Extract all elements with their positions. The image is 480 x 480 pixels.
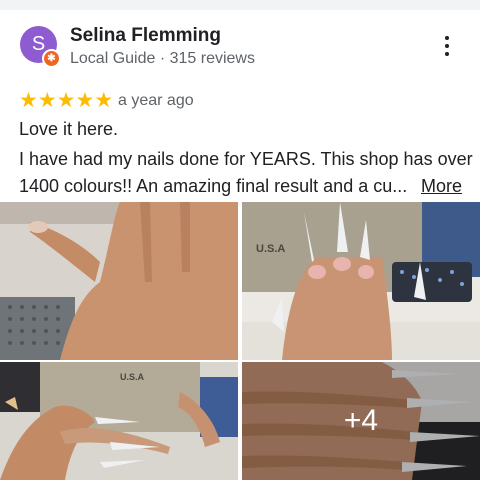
star-rating: ★ ★ ★ ★ ★ [19,90,113,111]
svg-text:U.S.A: U.S.A [120,372,145,382]
more-photos-overlay[interactable]: +4 [242,362,480,480]
review-photo-3[interactable]: U.S.A [0,362,238,480]
review-card: S ✱ Selina Flemming Local Guide · 315 re… [0,10,480,480]
svg-text:U.S.A: U.S.A [256,243,285,255]
review-text-line: 1400 colours!! An amazing final result a… [19,176,408,196]
author-meta: Local Guide · 315 reviews [70,50,255,67]
star-icon: ★ [75,89,95,112]
star-icon: ★ [94,89,114,112]
more-link[interactable]: More [421,176,462,197]
star-icon: ★ [56,89,76,112]
review-text-line: Love it here. [19,119,119,139]
review-photo-4[interactable]: +4 [242,362,480,480]
review-text-line: I have had my nails done for YEARS. This… [19,149,473,169]
more-vert-icon[interactable] [435,32,459,60]
star-icon: ★ [19,89,38,112]
review-time: a year ago [118,92,194,109]
top-strip [0,0,480,10]
review-photo-2[interactable]: U.S.A [242,202,480,360]
review-photo-1[interactable] [0,202,238,360]
star-icon: ★ [37,89,57,112]
author-name[interactable]: Selina Flemming [70,25,221,47]
more-photos-count: +4 [343,404,379,437]
local-guide-badge-icon: ✱ [42,49,61,68]
